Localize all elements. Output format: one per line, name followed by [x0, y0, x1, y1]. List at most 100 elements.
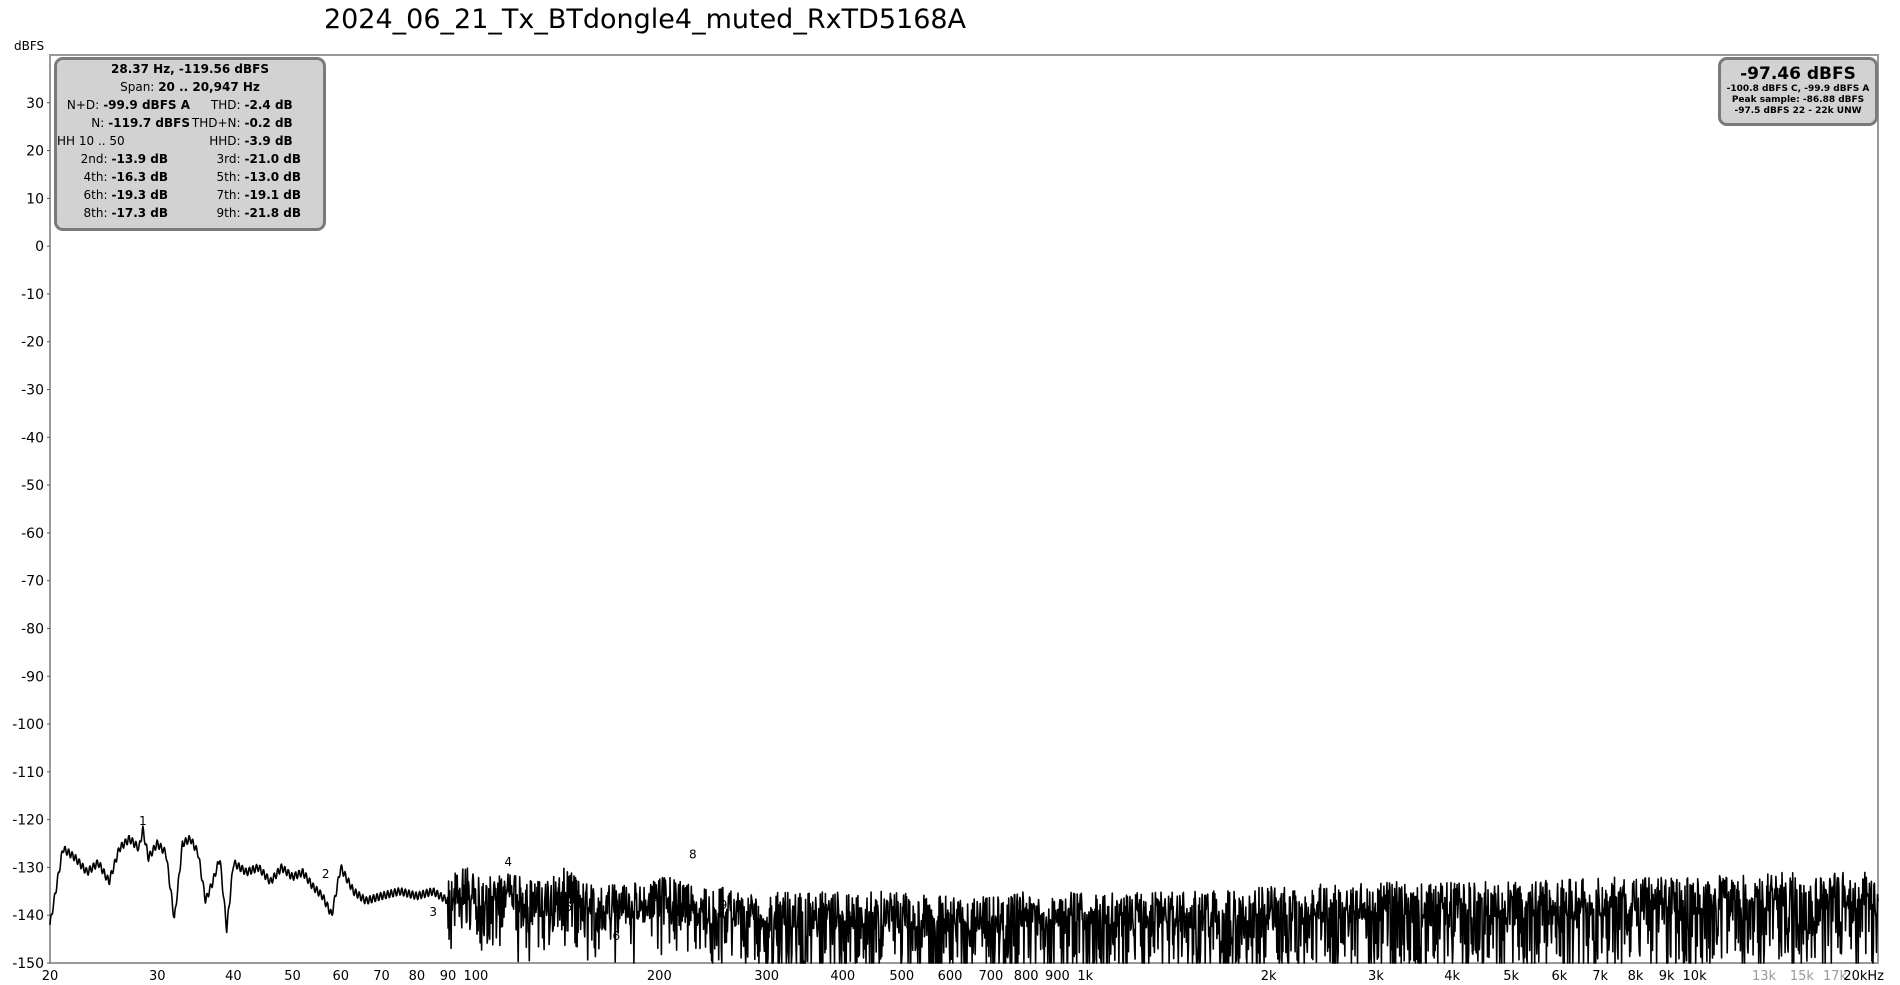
stat-key: 8th:: [83, 206, 108, 220]
stat-value: -21.8 dB: [244, 206, 302, 220]
x-tick-label: 15k: [1790, 969, 1815, 984]
x-tick-label: 70: [373, 969, 390, 984]
y-axis-unit: dBFS: [14, 39, 44, 53]
stat-key: 6th:: [83, 188, 108, 202]
stat-key: 7th:: [216, 188, 241, 202]
harmonic-marker-label: 3: [429, 905, 437, 919]
cursor-readout: 28.37 Hz, -119.56 dBFS: [111, 62, 269, 76]
stat-value: -21.0 dB: [244, 152, 302, 166]
stat-key: 3rd:: [216, 152, 241, 166]
stat-value: -119.7 dBFS: [108, 116, 190, 130]
y-tick-label: 20: [26, 144, 44, 160]
stat-value: -16.3 dB: [111, 170, 169, 184]
x-tick-label: 200: [647, 969, 672, 984]
stat-key: HHD:: [209, 134, 241, 148]
stats-row: HH 10 .. 50 HHD: -3.9 dB: [57, 132, 323, 150]
stats-row: N: -119.7 dBFS THD+N: -0.2 dB: [57, 114, 323, 132]
stat-key: 5th:: [216, 170, 241, 184]
stat-value: -99.9 dBFS A: [103, 98, 190, 112]
y-tick-label: 10: [26, 191, 44, 207]
stat-key: N:: [91, 116, 105, 130]
y-tick-label: -130: [12, 860, 44, 876]
stat-key: THD:: [210, 98, 241, 112]
x-tick-label: 100: [463, 969, 488, 984]
level-readout-panel: -97.46 dBFS -100.8 dBFS C, -99.9 dBFS A …: [1718, 57, 1878, 126]
x-tick-label: 2k: [1261, 969, 1277, 984]
x-tick-label: 8k: [1628, 969, 1644, 984]
x-tick-label: 20kHz: [1843, 969, 1884, 984]
y-tick-label: -60: [21, 526, 44, 542]
stat-value: -19.1 dB: [244, 188, 302, 202]
measurement-stats-panel: 28.37 Hz, -119.56 dBFS Span: 20 .. 20,94…: [54, 57, 326, 231]
y-tick-label: -30: [21, 383, 44, 399]
y-tick-label: -100: [12, 717, 44, 733]
x-tick-label: 4k: [1444, 969, 1460, 984]
stat-value: -17.3 dB: [111, 206, 169, 220]
x-tick-label: 20: [42, 969, 59, 984]
harmonic-marker-label: 2: [322, 867, 330, 881]
stat-key: 4th:: [83, 170, 108, 184]
y-tick-label: -90: [21, 669, 44, 685]
stat-value: -19.3 dB: [111, 188, 169, 202]
y-tick-label: -80: [21, 621, 44, 637]
x-tick-label: 80: [409, 969, 426, 984]
x-tick-label: 6k: [1551, 969, 1567, 984]
harmonic-marker-label: 7: [654, 898, 662, 912]
y-tick-label: 30: [26, 96, 44, 112]
stat-key: 9th:: [216, 206, 241, 220]
stats-row: 8th: -17.3 dB 9th: -21.8 dB: [57, 204, 323, 222]
level-main: -97.46 dBFS: [1740, 64, 1856, 84]
y-tick-label: -140: [12, 908, 44, 924]
x-tick-label: 300: [754, 969, 779, 984]
stat-key: THD+N:: [191, 116, 241, 130]
stats-row: 2nd: -13.9 dB 3rd: -21.0 dB: [57, 150, 323, 168]
x-tick-label: 9k: [1659, 969, 1675, 984]
y-tick-label: -40: [21, 430, 44, 446]
harmonic-marker-label: 4: [504, 855, 512, 869]
x-tick-label: 5k: [1503, 969, 1519, 984]
y-tick-label: -150: [12, 956, 44, 972]
level-line-2: Peak sample: -86.88 dBFS: [1731, 95, 1865, 105]
stats-row: N+D: -99.9 dBFS A THD: -2.4 dB: [57, 96, 323, 114]
stats-row: 4th: -16.3 dB 5th: -13.0 dB: [57, 168, 323, 186]
x-tick-label: 10k: [1683, 969, 1708, 984]
x-tick-label: 13k: [1752, 969, 1777, 984]
y-tick-label: -10: [21, 287, 44, 303]
x-tick-label: 400: [830, 969, 855, 984]
y-tick-label: -50: [21, 478, 44, 494]
x-tick-label: 30: [149, 969, 166, 984]
stats-row: 6th: -19.3 dB 7th: -19.1 dB: [57, 186, 323, 204]
x-tick-label: 500: [889, 969, 914, 984]
x-tick-label: 900: [1045, 969, 1070, 984]
x-tick-label: 7k: [1592, 969, 1608, 984]
stat-key: 2nd:: [80, 152, 108, 166]
y-tick-label: -120: [12, 813, 44, 829]
harmonic-marker-label: 6: [613, 929, 621, 943]
x-tick-label: 50: [284, 969, 301, 984]
x-tick-label: 1k: [1077, 969, 1093, 984]
harmonic-marker-label: 9: [720, 898, 728, 912]
stat-key: N+D:: [66, 98, 100, 112]
x-tick-label: 800: [1014, 969, 1039, 984]
y-tick-label: -70: [21, 574, 44, 590]
x-tick-label: 60: [332, 969, 349, 984]
y-tick-label: 0: [35, 239, 44, 255]
stat-value: -0.2 dB: [244, 116, 293, 130]
x-tick-label: 3k: [1368, 969, 1384, 984]
x-tick-label: 700: [978, 969, 1003, 984]
harmonic-marker-label: 8: [689, 848, 697, 862]
harmonic-marker-label: 5: [565, 900, 573, 914]
x-tick-label: 40: [225, 969, 242, 984]
stat-value: -13.0 dB: [244, 170, 302, 184]
y-tick-label: -20: [21, 335, 44, 351]
stat-value: -3.9 dB: [244, 134, 293, 148]
stat-value: -2.4 dB: [244, 98, 293, 112]
x-tick-label: 90: [440, 969, 457, 984]
harmonic-marker-label: 1: [139, 814, 147, 828]
level-line-1: -100.8 dBFS C, -99.9 dBFS A: [1726, 84, 1870, 94]
x-tick-label: 600: [938, 969, 963, 984]
span-readout: Span: 20 .. 20,947 Hz: [120, 80, 260, 94]
y-tick-label: -110: [12, 765, 44, 781]
level-line-3: -97.5 dBFS 22 - 22k UNW: [1734, 106, 1862, 116]
stat-key: HH 10 .. 50: [57, 134, 125, 148]
